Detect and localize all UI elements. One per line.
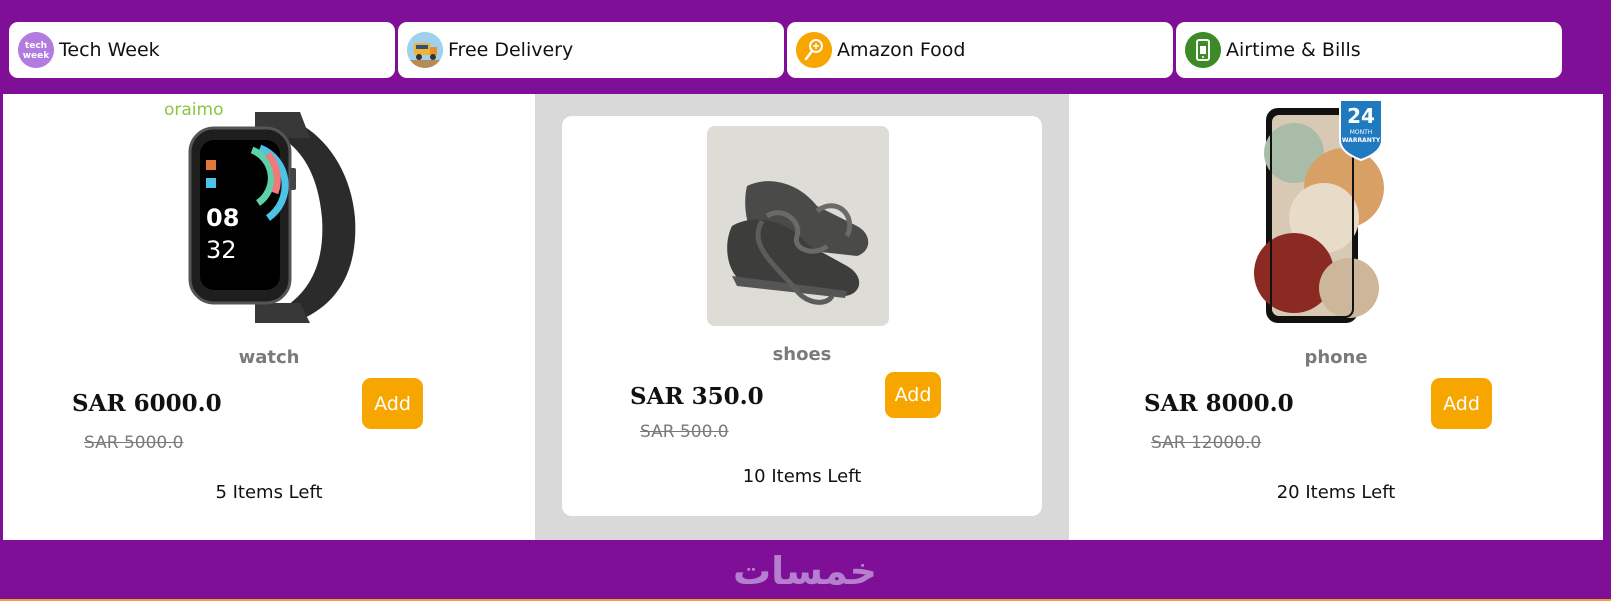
stock-label: 10 Items Left bbox=[742, 466, 862, 487]
tech-week-icon: tech week bbox=[18, 32, 54, 68]
product-old-price: SAR 500.0 bbox=[640, 422, 729, 442]
product-old-price: SAR 12000.0 bbox=[1151, 433, 1262, 453]
category-airtime-bills[interactable]: Airtime & Bills bbox=[1176, 22, 1562, 78]
stock-label: 5 Items Left bbox=[215, 482, 323, 503]
tech-week-icon-text-1: tech bbox=[25, 41, 47, 51]
product-name: shoes bbox=[772, 344, 832, 365]
stock-label: 20 Items Left bbox=[1276, 482, 1396, 503]
footer: خمسات bbox=[0, 540, 1611, 601]
category-amazon-food[interactable]: Amazon Food bbox=[787, 22, 1173, 78]
product-old-price: SAR 5000.0 bbox=[84, 433, 184, 453]
warranty-number: 24 bbox=[1347, 104, 1375, 128]
product-price: SAR 350.0 bbox=[630, 383, 764, 410]
phone-bill-icon bbox=[1185, 32, 1221, 68]
product-column-shoes: shoes SAR 350.0 SAR 500.0 Add 10 Items L… bbox=[535, 94, 1069, 540]
product-name: phone bbox=[1304, 347, 1368, 368]
warranty-line2: WARRANTY bbox=[1342, 137, 1381, 144]
food-icon bbox=[796, 32, 832, 68]
product-price: SAR 8000.0 bbox=[1144, 390, 1294, 417]
product-card-watch[interactable]: oraimo 08 32 watch SAR 6000.0 SAR 5000.0… bbox=[3, 94, 535, 540]
warranty-line1: MONTH bbox=[1350, 129, 1373, 136]
watch-minute: 32 bbox=[206, 236, 237, 264]
brand-logo-text: oraimo bbox=[164, 100, 224, 120]
add-to-cart-button[interactable]: Add bbox=[362, 378, 423, 429]
tech-week-icon-text-2: week bbox=[23, 51, 51, 61]
category-label: Amazon Food bbox=[837, 39, 966, 61]
category-bar: tech week Tech Week Free Delivery Amazon… bbox=[9, 22, 1599, 78]
smartwatch-image: oraimo 08 32 bbox=[160, 98, 360, 328]
sneakers-image bbox=[707, 126, 889, 326]
category-free-delivery[interactable]: Free Delivery bbox=[398, 22, 784, 78]
product-name: watch bbox=[238, 347, 300, 368]
product-card-phone[interactable]: 24 MONTH WARRANTY phone SAR 8000.0 SAR 1… bbox=[1069, 94, 1603, 540]
watch-hour: 08 bbox=[206, 204, 239, 232]
logo-text: خمسات bbox=[733, 549, 877, 593]
category-label: Tech Week bbox=[59, 39, 160, 61]
smartphone-image: 24 MONTH WARRANTY bbox=[1254, 98, 1384, 328]
delivery-truck-icon bbox=[407, 32, 443, 68]
category-tech-week[interactable]: tech week Tech Week bbox=[9, 22, 395, 78]
category-label: Airtime & Bills bbox=[1226, 39, 1361, 61]
khamsat-logo: خمسات bbox=[705, 540, 905, 596]
product-card-shoes[interactable]: shoes SAR 350.0 SAR 500.0 Add 10 Items L… bbox=[562, 116, 1042, 516]
category-label: Free Delivery bbox=[448, 39, 574, 61]
add-to-cart-button[interactable]: Add bbox=[1431, 378, 1492, 429]
add-to-cart-button[interactable]: Add bbox=[885, 372, 941, 418]
product-panel: oraimo 08 32 watch SAR 6000.0 SAR 5000.0… bbox=[3, 94, 1603, 540]
product-price: SAR 6000.0 bbox=[72, 390, 222, 417]
